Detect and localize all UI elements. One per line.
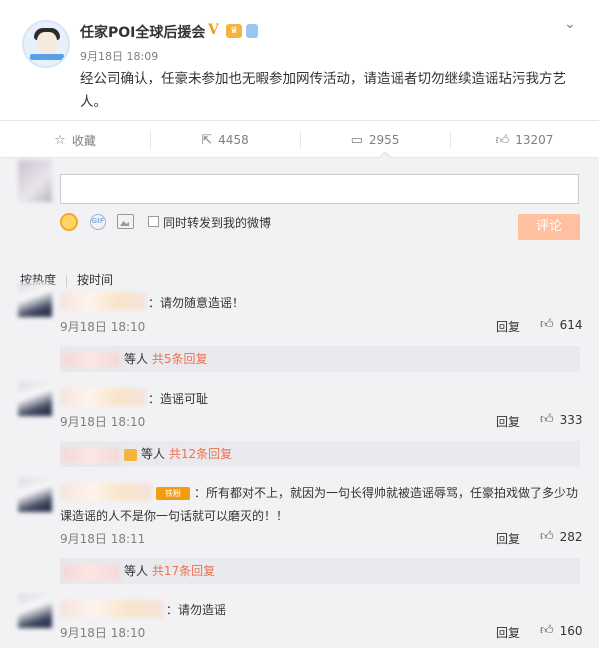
comment-like-count: 282 (559, 529, 583, 544)
repost-count: 4458 (218, 133, 249, 147)
reply-button[interactable]: 回复 (496, 318, 520, 335)
poster-avatar[interactable] (22, 20, 70, 68)
commenter-avatar[interactable] (18, 478, 52, 512)
image-icon[interactable] (117, 214, 134, 229)
vip-icon (124, 448, 137, 461)
reply-count-link[interactable]: 共17条回复 (152, 564, 215, 578)
commenter-avatar[interactable] (18, 283, 52, 317)
more-replies-bar[interactable]: 等人 共17条回复 (60, 558, 580, 584)
comment-text: ：请勿造谣 (166, 603, 227, 617)
replier-suffix: 等人 (124, 564, 149, 578)
commenter-name[interactable] (60, 292, 146, 310)
replier-suffix: 等人 (141, 447, 166, 461)
thumbs-up-icon: 👍︎ (495, 132, 510, 148)
reply-count-link[interactable]: 共5条回复 (152, 352, 208, 366)
emoji-icon[interactable] (60, 213, 78, 231)
replier-names (62, 351, 120, 368)
commenter-avatar[interactable] (18, 594, 52, 628)
like-count: 13207 (515, 133, 554, 147)
commenter-name[interactable] (60, 600, 164, 618)
submit-comment-button[interactable]: 评论 (518, 214, 580, 240)
member-icon (246, 24, 258, 38)
thumbs-up-icon: 👍︎ (540, 529, 554, 544)
comment-time: 9月18日 18:10 (60, 626, 146, 640)
comment-text: ：造谣可耻 (148, 392, 209, 406)
repost-checkbox[interactable] (148, 216, 159, 227)
comment-text-line1: 铁粉 ：所有都对不上，就因为一句长得帅就被造谣辱骂，任豪拍戏做了多少功 (156, 482, 578, 504)
thumbs-up-icon: 👍︎ (540, 412, 554, 427)
comment-text: ：请勿随意造谣！ (148, 296, 245, 310)
replier-suffix: 等人 (124, 352, 149, 366)
comment-like-button[interactable]: 👍︎ 282 (540, 529, 583, 544)
comment-text-part1: ：所有都对不上，就因为一句长得帅就被造谣辱骂，任豪拍戏做了多少功 (194, 486, 579, 500)
commenter-name[interactable] (60, 483, 152, 501)
like-button[interactable]: 👍︎ 13207 (450, 121, 599, 159)
repost-checkbox-label[interactable]: 同时转发到我的微博 (163, 214, 271, 231)
comment-time: 9月18日 18:10 (60, 320, 146, 334)
comment-input[interactable] (60, 174, 579, 204)
replier-names (62, 563, 120, 580)
commenter-name[interactable] (60, 388, 146, 406)
fan-badge: 铁粉 (156, 487, 190, 500)
comment-like-button[interactable]: 👍︎ 160 (540, 623, 583, 638)
post-text: 经公司确认，任豪未参加也无暇参加网传活动，请造谣者切勿继续造谣玷污我方艺人。 (80, 71, 566, 110)
favorite-button[interactable]: ☆ 收藏 (0, 121, 150, 159)
comment-button[interactable]: ▭ 2955 (300, 121, 450, 159)
commenter-avatar[interactable] (18, 382, 52, 416)
comment-like-button[interactable]: 👍︎ 614 (540, 317, 583, 332)
reply-button[interactable]: 回复 (496, 624, 520, 641)
replier-names (62, 446, 120, 463)
reply-count-link[interactable]: 共12条回复 (169, 447, 232, 461)
poster-name[interactable]: 任家POI全球后援会 (80, 22, 205, 42)
repost-button[interactable]: ⇱ 4458 (150, 121, 300, 159)
repost-icon: ⇱ (201, 132, 213, 148)
comment-like-count: 333 (559, 412, 583, 427)
comment-caret-fill (379, 153, 391, 159)
reply-button[interactable]: 回复 (496, 413, 520, 430)
reply-button[interactable]: 回复 (496, 530, 520, 547)
comment-text-line2: 课造谣的人不是你一句话就可以磨灭的！！ (60, 509, 289, 523)
comment-count: 2955 (368, 133, 400, 147)
thumbs-up-icon: 👍︎ (540, 623, 554, 638)
gif-icon[interactable]: GIF (90, 214, 106, 230)
favorite-label: 收藏 (71, 133, 96, 148)
more-replies-bar[interactable]: 等人 共5条回复 (60, 346, 580, 372)
thumbs-up-icon: 👍︎ (540, 317, 554, 332)
comment-like-count: 160 (559, 623, 583, 638)
tab-sort-time[interactable]: 按时间 (77, 273, 113, 287)
comment-icon: ▭ (350, 132, 363, 148)
comment-like-count: 614 (559, 317, 583, 332)
star-icon: ☆ (54, 132, 66, 148)
vip-icon: ♛ (226, 24, 242, 38)
my-avatar[interactable] (18, 160, 52, 202)
comment-time: 9月18日 18:10 (60, 415, 146, 429)
verified-icon: V (208, 22, 219, 38)
chevron-down-icon[interactable]: ⌄ (564, 16, 576, 32)
post-time[interactable]: 9月18日 18:09 (80, 48, 158, 64)
comment-time: 9月18日 18:11 (60, 532, 146, 546)
more-replies-bar[interactable]: 等人 共12条回复 (60, 441, 580, 467)
post-action-bar: ☆ 收藏 ⇱ 4458 ▭ 2955 👍︎ 13207 (0, 120, 599, 158)
comment-like-button[interactable]: 👍︎ 333 (540, 412, 583, 427)
